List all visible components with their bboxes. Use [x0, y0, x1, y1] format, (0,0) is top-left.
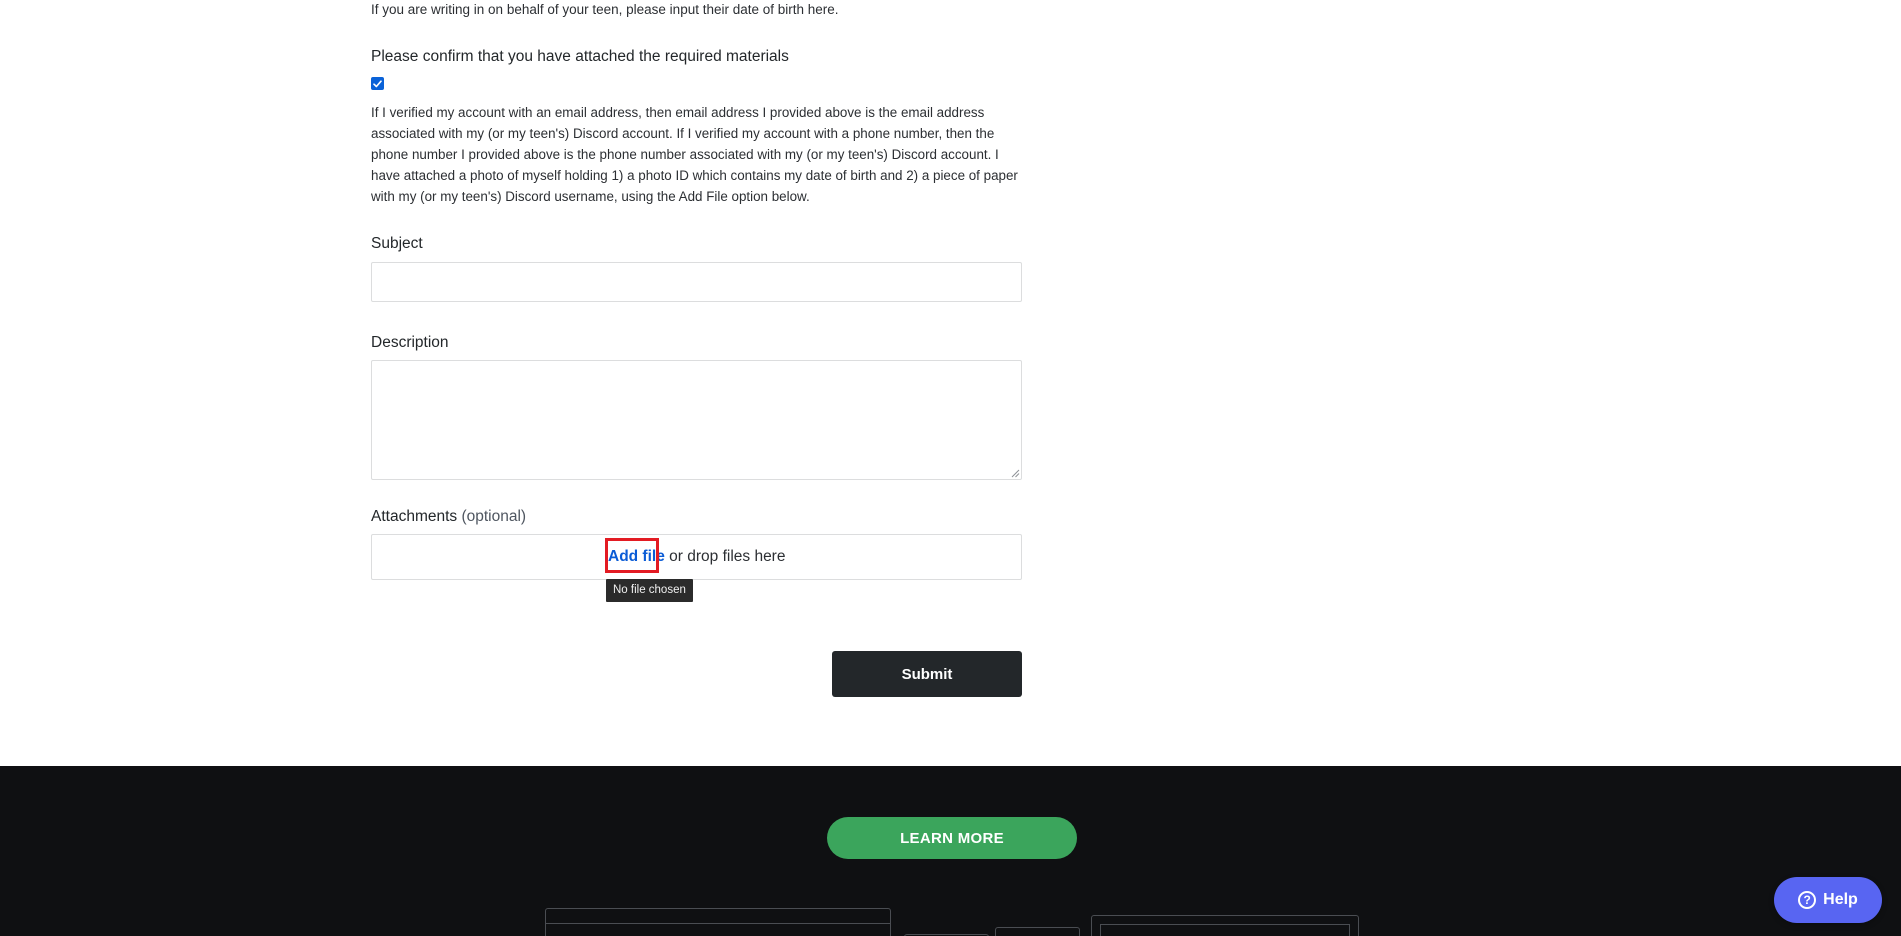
learn-more-button[interactable]: LEARN MORE	[827, 817, 1077, 859]
help-button[interactable]: ? Help	[1774, 877, 1882, 923]
question-mark-icon: ?	[1798, 891, 1817, 909]
description-label: Description	[371, 334, 449, 351]
confirm-materials-checkbox[interactable]	[371, 77, 384, 90]
attachments-optional-text: (optional)	[461, 508, 527, 525]
help-label: Help	[1823, 891, 1858, 908]
drop-files-text: or drop files here	[669, 548, 786, 565]
dropzone-text: Add file or drop files here	[608, 548, 785, 566]
submit-button[interactable]: Submit	[832, 651, 1022, 697]
footer-panel-right	[1091, 915, 1359, 936]
footer-panel-small-2	[995, 927, 1080, 936]
resize-grip-icon[interactable]	[1010, 468, 1020, 478]
attachments-dropzone[interactable]: Add file or drop files here	[371, 534, 1022, 580]
dob-hint-text: If you are writing in on behalf of your …	[371, 2, 839, 17]
description-textarea[interactable]	[371, 360, 1022, 480]
attachments-label: Attachments (optional)	[371, 508, 526, 526]
page: If you are writing in on behalf of your …	[0, 0, 1901, 936]
confirm-materials-text: If I verified my account with an email a…	[371, 105, 1018, 204]
subject-input[interactable]	[371, 262, 1022, 302]
footer-panel-divider	[546, 923, 890, 924]
site-footer: LEARN MORE	[0, 766, 1901, 936]
attachments-label-text: Attachments	[371, 508, 458, 525]
confirm-materials-label: Please confirm that you have attached th…	[371, 48, 789, 65]
add-file-link[interactable]: Add file	[608, 548, 665, 565]
footer-panel-inner	[1100, 924, 1350, 936]
footer-panel-left	[545, 908, 891, 936]
no-file-tooltip: No file chosen	[606, 579, 693, 602]
checkmark-icon	[373, 79, 382, 87]
subject-label: Subject	[371, 235, 423, 252]
